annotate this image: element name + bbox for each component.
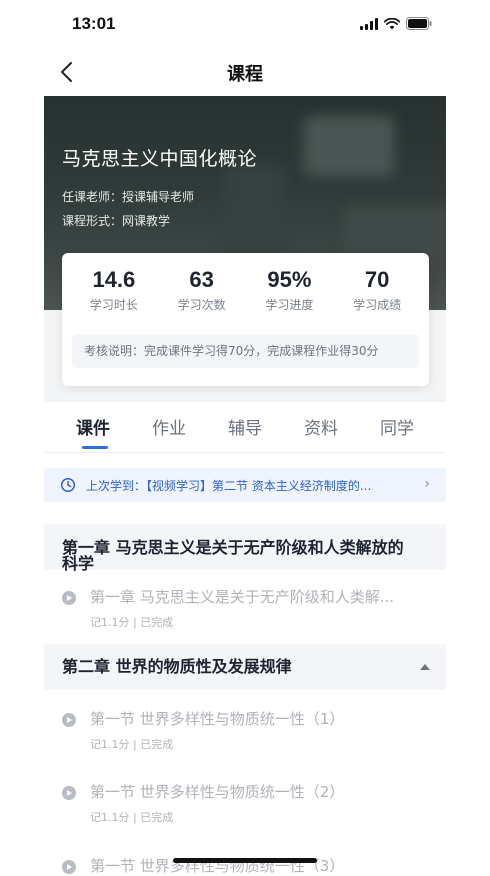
stat-value: 70 xyxy=(364,267,390,292)
tab-materials[interactable]: 资料 xyxy=(304,414,338,439)
lesson-title: 第一节 世界多样性与物质统一性（1） xyxy=(90,710,345,728)
course-format: 课程形式：网课教学 xyxy=(62,214,171,228)
lesson-item[interactable]: 第一节 世界多样性与物质统一性（1） 记1.1分 | 已完成 xyxy=(44,708,446,764)
lesson-meta: 记1.1分 | 已完成 xyxy=(90,811,174,824)
stat-score: 70 学习成绩 xyxy=(337,267,417,313)
chapter-header[interactable]: 第一章 马克思主义是关于无产阶级和人类解放的 科学 xyxy=(44,524,446,573)
stat-progress: 95% 学习进度 xyxy=(249,267,329,313)
chapter-title: 第一章 马克思主义是关于无产阶级和人类解放的 xyxy=(62,538,404,557)
stats-row: 14.6 学习时长 63 学习次数 95% 学习进度 70 学习成绩 xyxy=(62,267,429,313)
tab-tutoring[interactable]: 辅导 xyxy=(228,414,262,439)
lesson-title: 第一章 马克思主义是关于无产阶级和人类解... xyxy=(90,588,395,606)
signal-icon xyxy=(360,17,378,30)
page-title: 课程 xyxy=(227,64,263,85)
lesson-item[interactable]: 第一章 马克思主义是关于无产阶级和人类解... 记1.1分 | 已完成 xyxy=(44,586,446,642)
nav-bar: 课程 xyxy=(0,50,490,94)
chevron-right-icon: › xyxy=(424,476,430,492)
play-icon xyxy=(62,713,76,727)
tab-courseware[interactable]: 课件 xyxy=(76,414,110,439)
status-bar: 13:01 xyxy=(0,0,490,50)
wifi-icon xyxy=(384,17,400,29)
active-tab-indicator xyxy=(82,446,108,449)
status-time: 13:01 xyxy=(72,14,116,33)
last-studied-banner[interactable]: 上次学到：【视频学习】第二节 资本主义经济制度的... › xyxy=(44,468,446,502)
chapter-title: 第二章 世界的物质性及发展规律 xyxy=(62,657,292,676)
tab-bar: 课件 作业 辅导 资料 同学 xyxy=(44,402,446,450)
stat-label: 学习次数 xyxy=(177,298,226,312)
chapter-header[interactable]: 第二章 世界的物质性及发展规律 xyxy=(44,644,446,690)
tabs-divider xyxy=(44,452,446,453)
exam-note: 考核说明：完成课件学习得70分，完成课程作业得30分 xyxy=(72,334,419,368)
stat-study-count: 63 学习次数 xyxy=(162,267,242,313)
stats-card: 14.6 学习时长 63 学习次数 95% 学习进度 70 学习成绩 考核说明：… xyxy=(62,253,429,386)
course-title: 马克思主义中国化概论 xyxy=(62,148,258,170)
hero-background-shape xyxy=(224,166,284,256)
lesson-meta: 记1.1分 | 已完成 xyxy=(90,738,174,751)
chapter-title-continued: 科学 xyxy=(62,554,95,573)
lesson-meta: 记1.1分 | 已完成 xyxy=(90,616,174,629)
lesson-item[interactable]: 第一节 世界多样性与物质统一性（2） 记1.1分 | 已完成 xyxy=(44,781,446,837)
collapse-arrow-icon[interactable] xyxy=(420,664,430,670)
tab-classmates[interactable]: 同学 xyxy=(380,414,414,439)
lesson-title: 第一节 世界多样性与物质统一性（2） xyxy=(90,783,345,801)
stat-label: 学习进度 xyxy=(265,298,314,312)
last-studied-text: 上次学到：【视频学习】第二节 资本主义经济制度的... xyxy=(86,479,372,493)
stat-label: 学习时长 xyxy=(89,298,138,312)
battery-icon xyxy=(406,17,432,30)
course-teacher: 任课老师：授课辅导老师 xyxy=(62,190,195,204)
stat-label: 学习成绩 xyxy=(353,298,402,312)
play-icon xyxy=(62,786,76,800)
clock-icon xyxy=(60,477,76,493)
stat-value: 95% xyxy=(267,267,312,292)
hero-background-shape xyxy=(304,116,394,176)
play-icon xyxy=(62,591,76,605)
status-icons xyxy=(360,17,432,30)
stat-value: 63 xyxy=(189,267,214,292)
tab-homework[interactable]: 作业 xyxy=(152,414,186,439)
play-icon xyxy=(62,860,76,874)
stat-study-time: 14.6 学习时长 xyxy=(74,267,154,313)
home-indicator xyxy=(173,858,317,863)
stat-value: 14.6 xyxy=(92,267,136,292)
